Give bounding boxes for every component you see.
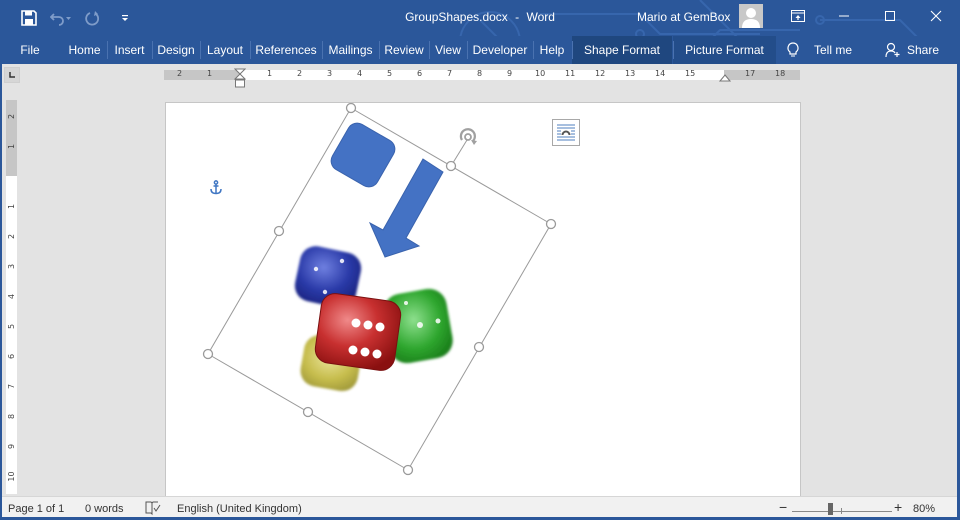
tell-me-button[interactable]: Tell me (786, 36, 852, 64)
close-icon (930, 10, 942, 22)
zoom-in-button[interactable]: + (894, 500, 902, 514)
ruler-tick-label: 10 (535, 69, 546, 78)
tab-developer[interactable]: Developer (467, 36, 533, 64)
tell-me-label: Tell me (814, 43, 853, 57)
horizontal-ruler[interactable]: 2 1 1 2 3 4 5 6 7 8 9 10 11 12 13 14 15 17 18 (164, 69, 800, 80)
layout-options-icon (557, 124, 575, 141)
ruler-tick-label: 14 (655, 69, 666, 78)
zoom-out-button[interactable]: − (779, 500, 787, 514)
tab-insert[interactable]: Insert (107, 36, 152, 64)
tab-layout[interactable]: Layout (200, 36, 250, 64)
ribbon-display-options-icon (791, 10, 805, 22)
app-name: Word (526, 10, 555, 24)
vertical-ruler[interactable]: 2 1 1 2 3 4 5 6 7 8 9 10 (6, 100, 17, 494)
group-shape-canvas (202, 103, 557, 476)
ruler-tick-label: 6 (417, 69, 423, 78)
ruler-tick-label: 8 (7, 413, 16, 420)
window-border-left (0, 64, 2, 520)
share-label: Share (907, 43, 940, 57)
tab-help[interactable]: Help (533, 36, 571, 64)
ruler-tick-label: 1 (267, 69, 273, 78)
ruler-tick-label: 4 (357, 69, 363, 78)
tab-home[interactable]: Home (62, 36, 107, 64)
dice-picture[interactable] (292, 243, 456, 393)
anchor-icon[interactable] (210, 180, 222, 195)
ruler-tick-label: 1 (7, 203, 16, 210)
proofing-book-icon (145, 501, 161, 516)
ruler-tick-label: 3 (327, 69, 333, 78)
tab-file[interactable]: File (12, 36, 48, 64)
share-person-icon (885, 42, 900, 58)
ruler-tick-label: 12 (595, 69, 606, 78)
language[interactable]: English (United Kingdom) (177, 502, 302, 516)
tab-selector[interactable] (4, 67, 20, 83)
maximize-icon (885, 11, 895, 21)
rotation-handle[interactable] (459, 128, 477, 145)
ruler-left-margin (164, 70, 240, 80)
ribbon-display-options-button[interactable] (775, 0, 821, 32)
tab-picture-format[interactable]: Picture Format (673, 36, 776, 64)
ruler-tick-label: 18 (775, 69, 786, 78)
title-separator: - (515, 10, 520, 24)
tab-mailings[interactable]: Mailings (322, 36, 379, 64)
zoom-slider-track[interactable] (792, 511, 892, 512)
right-indent-marker[interactable] (719, 74, 731, 83)
document-page[interactable] (165, 102, 801, 496)
ruler-tick-label: 4 (7, 293, 16, 300)
ruler-tick-label: 5 (387, 69, 393, 78)
ruler-tick-label: 2 (297, 69, 303, 78)
ruler-tick-label: 6 (7, 353, 16, 360)
ruler-tick-label: 5 (7, 323, 16, 330)
ruler-tick-label: 2 (7, 113, 16, 120)
layout-options-button[interactable] (552, 119, 580, 146)
red-die (314, 293, 402, 371)
ruler-tick-label: 9 (7, 443, 16, 450)
minimize-button[interactable] (821, 0, 867, 32)
close-button[interactable] (913, 0, 959, 32)
ruler-tick-label: 3 (7, 263, 16, 270)
tab-review[interactable]: Review (379, 36, 429, 64)
title-bar: GroupShapes.docx - Word Mario at GemBox (0, 0, 960, 36)
avatar[interactable] (739, 4, 763, 28)
ruler-tick-label: 8 (477, 69, 483, 78)
user-name[interactable]: Mario at GemBox (637, 10, 730, 24)
ruler-tick-label: 15 (685, 69, 696, 78)
tab-view[interactable]: View (429, 36, 467, 64)
page-count[interactable]: Page 1 of 1 (8, 502, 64, 516)
ruler-tick-label: 10 (7, 471, 16, 482)
ruler-tick-label: 9 (507, 69, 513, 78)
ruler-tick-label: 7 (447, 69, 453, 78)
left-tab-stop-icon (9, 72, 15, 78)
lightbulb-icon (787, 42, 799, 57)
ruler-tick-label: 1 (7, 143, 16, 150)
word-count[interactable]: 0 words (85, 502, 124, 516)
ruler-tick-label: 17 (745, 69, 756, 78)
ruler-tick-label: 2 (7, 233, 16, 240)
document-filename: GroupShapes.docx (405, 10, 508, 24)
maximize-button[interactable] (867, 0, 913, 32)
ruler-tick-label: 1 (207, 69, 213, 78)
indent-markers[interactable] (234, 68, 246, 90)
ruler-tick-label: 2 (177, 69, 183, 78)
ruler-tick-label: 7 (7, 383, 16, 390)
share-button[interactable]: Share (885, 36, 939, 64)
zoom-slider-midpoint (841, 508, 842, 514)
zoom-slider-thumb[interactable] (828, 503, 833, 515)
ruler-tick-label: 13 (625, 69, 636, 78)
user-avatar-icon (742, 8, 760, 28)
tab-shape-format[interactable]: Shape Format (572, 36, 672, 64)
tab-references[interactable]: References (250, 36, 322, 64)
minimize-icon (839, 15, 849, 17)
ruler-right-margin (724, 70, 800, 80)
tab-design[interactable]: Design (152, 36, 200, 64)
zoom-level[interactable]: 80% (913, 502, 935, 516)
ruler-tick-label: 11 (565, 69, 576, 78)
